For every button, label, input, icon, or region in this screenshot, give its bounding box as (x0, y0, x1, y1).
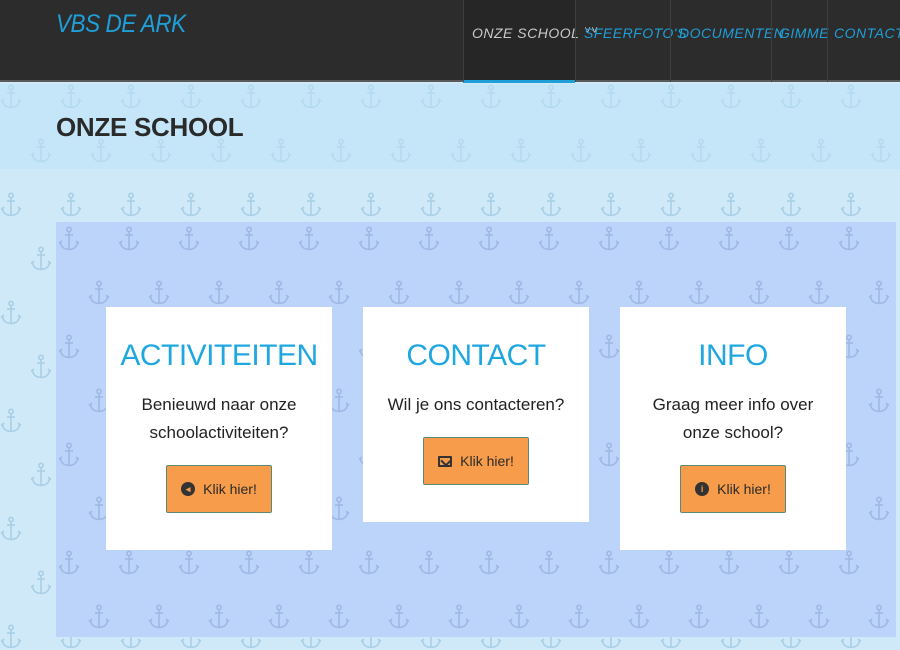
envelope-icon (438, 455, 453, 467)
card-title: ACTIVITEITEN (120, 339, 318, 372)
arrow-circle-icon: ◂ (181, 482, 196, 496)
button-label: Klik hier! (717, 481, 771, 497)
page-title: ONZE SCHOOL (56, 112, 244, 142)
card-text: Graag meer info over onze school? (652, 395, 814, 442)
card-text: Benieuwd naar onze schoolactiviteiten? (141, 395, 297, 442)
button-label: Klik hier! (203, 481, 257, 497)
card-activiteiten: ACTIVITEITEN Benieuwd naar onze schoolac… (106, 307, 332, 550)
klik-hier-button-info[interactable]: i Klik hier! (680, 465, 786, 513)
nav-item-sfeerfotos[interactable]: SFEERFOTO'S (575, 0, 686, 82)
nav-item-label: DOCUMENTEN (679, 25, 785, 41)
button-label: Klik hier! (460, 453, 514, 469)
nav-item-label: CONTACT (834, 25, 900, 41)
card-title: CONTACT (406, 339, 546, 372)
page-title-band: ONZE SCHOOL (0, 84, 900, 169)
nav-item-gimme[interactable]: GIMME (771, 0, 829, 82)
nav-item-contact[interactable]: CONTACT (827, 0, 900, 82)
card-info: INFO Graag meer info over onze school? i… (620, 307, 846, 550)
site-logo[interactable]: VBS DE ARK (56, 10, 186, 39)
top-navbar: VBS DE ARK ONZE SCHOOL ˅˅ SFEERFOTO'S DO… (0, 0, 900, 83)
info-circle-icon: i (695, 482, 710, 496)
nav-item-onze-school[interactable]: ONZE SCHOOL ˅˅ (463, 0, 598, 83)
nav-item-label: ONZE SCHOOL (472, 25, 580, 41)
card-title: INFO (698, 339, 768, 372)
cards-panel: ACTIVITEITEN Benieuwd naar onze schoolac… (56, 222, 896, 637)
klik-hier-button-activiteiten[interactable]: ◂ Klik hier! (166, 465, 272, 513)
card-contact: CONTACT Wil je ons contacteren? Klik hie… (363, 307, 589, 522)
nav-item-label: GIMME (779, 25, 829, 41)
klik-hier-button-contact[interactable]: Klik hier! (423, 437, 529, 485)
card-text: Wil je ons contacteren? (387, 395, 565, 414)
nav-item-documenten[interactable]: DOCUMENTEN (670, 0, 784, 82)
main-nav: ONZE SCHOOL ˅˅ SFEERFOTO'S DOCUMENTEN GI… (463, 0, 900, 83)
